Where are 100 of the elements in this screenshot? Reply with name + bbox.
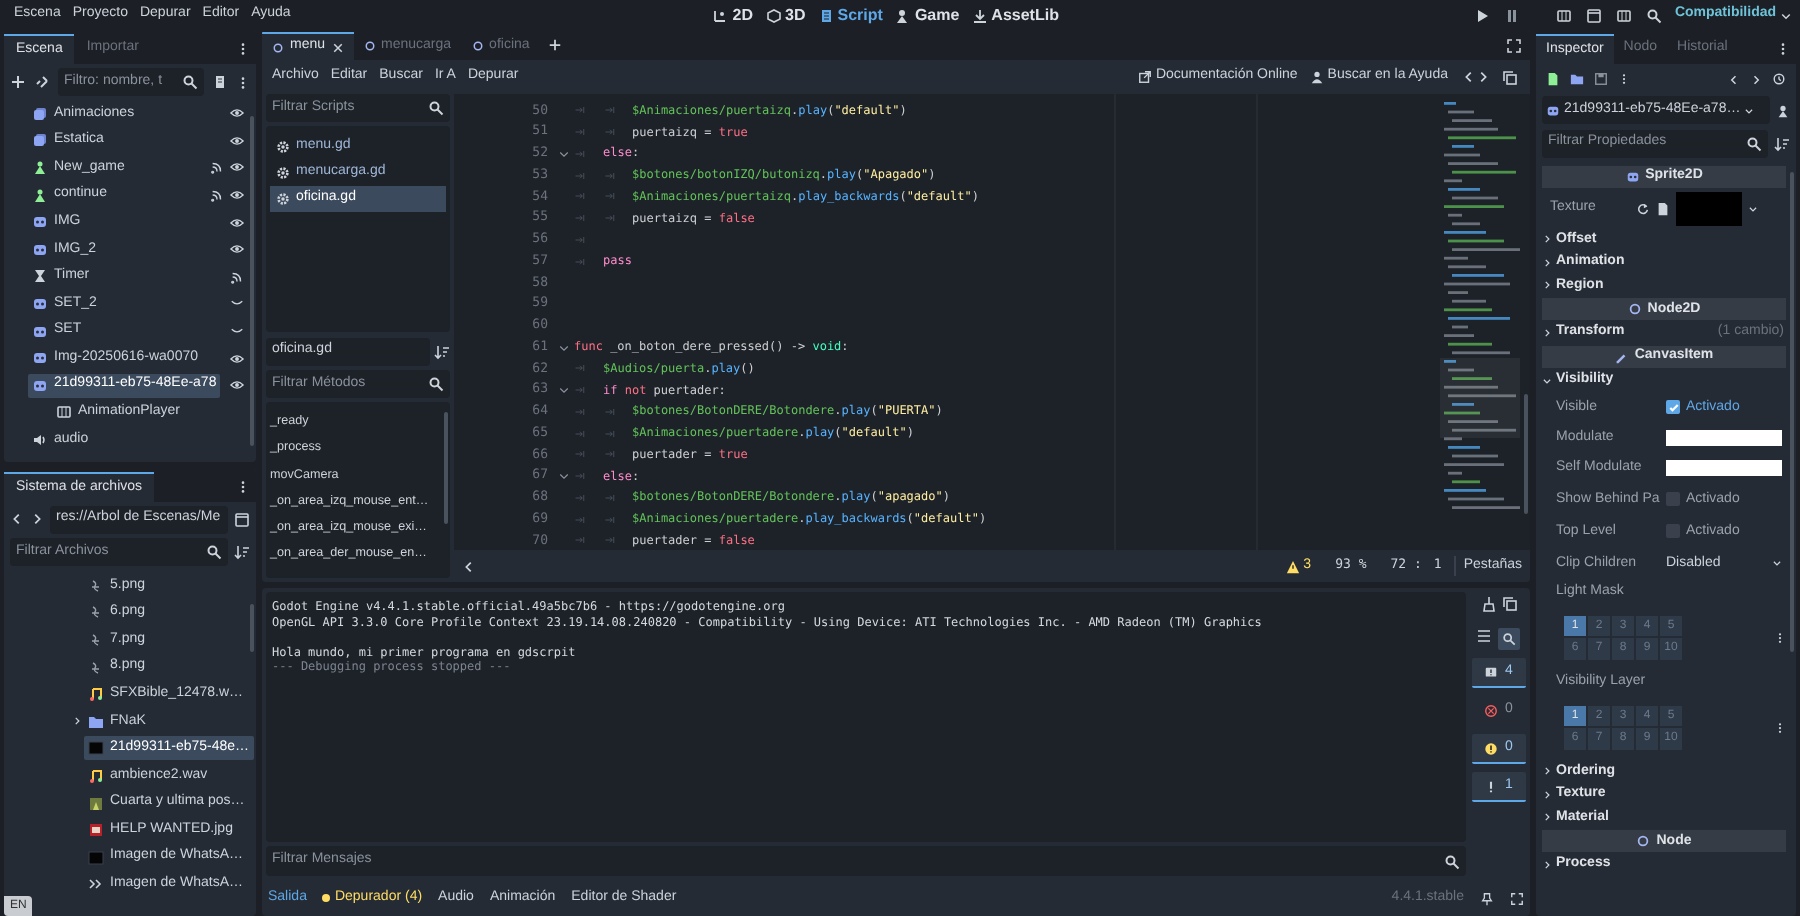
- eye-icon[interactable]: [230, 378, 244, 393]
- more-icon[interactable]: [236, 40, 250, 58]
- tab-marker-icon: [574, 427, 586, 440]
- more-icon[interactable]: [1618, 72, 1630, 86]
- layout-icon[interactable]: [234, 511, 250, 527]
- film-icon[interactable]: [1616, 7, 1633, 23]
- back-icon[interactable]: [10, 512, 24, 526]
- collapse-left-icon[interactable]: [462, 559, 476, 573]
- expand-panel-icon[interactable]: [1510, 891, 1524, 905]
- eye-icon[interactable]: [230, 106, 244, 121]
- more-icon[interactable]: [1776, 40, 1790, 58]
- circle-icon: [1627, 302, 1642, 317]
- window-icon[interactable]: [1586, 7, 1603, 23]
- chevron-right-icon: [1542, 280, 1552, 291]
- workspace-tab[interactable]: 2D: [712, 3, 754, 27]
- fullscreen-icon[interactable]: [1506, 38, 1522, 54]
- broom-icon[interactable]: [1479, 596, 1495, 612]
- circle-icon: [272, 41, 284, 53]
- sprite-icon: [32, 323, 48, 340]
- scrollbar[interactable]: [250, 116, 254, 446]
- photo-thumbnail-icon: [88, 795, 104, 812]
- sort-icon[interactable]: [234, 544, 250, 560]
- more-icon[interactable]: [236, 73, 250, 91]
- chevron-right-icon: [1542, 789, 1552, 800]
- search-icon[interactable]: [1646, 7, 1663, 23]
- sketch-thumbnail-icon: [88, 604, 104, 621]
- panel-toggle-icon[interactable]: [1502, 69, 1518, 85]
- signal-icon[interactable]: [210, 188, 224, 203]
- scrollbar[interactable]: [444, 412, 448, 524]
- save-icon[interactable]: [1594, 72, 1608, 86]
- music-note-icon: [88, 767, 104, 784]
- folder-icon[interactable]: [1570, 72, 1584, 86]
- pin-icon[interactable]: [1480, 891, 1494, 905]
- copy-icon[interactable]: [1501, 596, 1517, 612]
- file-icon[interactable]: [1656, 201, 1670, 215]
- sort-icon[interactable]: [1774, 135, 1790, 151]
- workspace-tab[interactable]: Game: [894, 3, 960, 27]
- sprite-icon: [1625, 169, 1640, 183]
- eye-icon[interactable]: [230, 188, 244, 203]
- back-icon[interactable]: [1728, 73, 1740, 85]
- search-icon: [428, 100, 444, 116]
- add-tab-icon[interactable]: [547, 38, 562, 52]
- tab-marker-icon: [574, 212, 586, 225]
- collapse-icon[interactable]: [1476, 628, 1492, 644]
- back-icon[interactable]: [1462, 70, 1476, 84]
- chevron-right-icon[interactable]: [72, 716, 82, 727]
- more-icon[interactable]: [1774, 719, 1786, 736]
- tab-marker-icon: [574, 513, 586, 526]
- search-icon: [206, 544, 222, 560]
- tab-marker-icon: [603, 126, 615, 139]
- sketch-thumbnail-icon: [88, 631, 104, 648]
- node-tree-icon[interactable]: [1776, 103, 1790, 117]
- signal-icon[interactable]: [230, 269, 244, 284]
- movie-icon[interactable]: [1556, 7, 1573, 23]
- add-icon[interactable]: [10, 74, 26, 90]
- chevron-right-icon: [1542, 257, 1552, 268]
- eye-icon[interactable]: [230, 215, 244, 230]
- tab-marker-icon: [574, 233, 586, 246]
- forward-icon[interactable]: [1476, 70, 1490, 84]
- tab-marker-icon: [574, 405, 586, 418]
- link-icon[interactable]: [34, 74, 50, 90]
- script-icon[interactable]: [212, 74, 228, 90]
- eye-icon[interactable]: [230, 160, 244, 175]
- scrollbar[interactable]: [250, 604, 254, 652]
- pause-icon[interactable]: [1504, 7, 1521, 23]
- search-icon: [182, 74, 198, 90]
- message-icon: [1483, 665, 1498, 679]
- eye-icon[interactable]: [230, 242, 244, 257]
- tab-marker-icon: [574, 190, 586, 203]
- forward-icon[interactable]: [1750, 73, 1762, 85]
- workspace-tab[interactable]: AssetLib: [971, 3, 1059, 27]
- tab-marker-icon: [603, 405, 615, 418]
- reset-icon[interactable]: [1636, 201, 1650, 215]
- close-icon[interactable]: [331, 41, 344, 53]
- history-icon[interactable]: [1772, 72, 1786, 86]
- eye-icon[interactable]: [230, 133, 244, 148]
- color-swatch[interactable]: [1666, 460, 1782, 477]
- warning-icon: [1483, 741, 1498, 755]
- workspace-tab[interactable]: 3D: [765, 3, 806, 27]
- error-icon: [1483, 704, 1498, 718]
- eye-icon[interactable]: [230, 351, 244, 366]
- color-swatch[interactable]: [1666, 430, 1782, 447]
- dark-thumbnail-icon: [88, 849, 104, 866]
- new-resource-icon[interactable]: [1546, 72, 1560, 86]
- more-icon[interactable]: [236, 478, 250, 496]
- tab-marker-icon: [574, 534, 586, 547]
- play-icon[interactable]: [1474, 7, 1491, 23]
- scrollbar[interactable]: [1523, 394, 1527, 514]
- more-icon[interactable]: [1774, 629, 1786, 646]
- sort-icon[interactable]: [434, 343, 450, 359]
- chevron-down-icon[interactable]: [1748, 203, 1758, 213]
- signal-icon[interactable]: [210, 160, 224, 175]
- forward-icon[interactable]: [30, 512, 44, 526]
- workspace-tab[interactable]: Script: [817, 3, 883, 27]
- chevron-right-icon: [1542, 234, 1552, 245]
- tab-marker-icon: [603, 169, 615, 182]
- search-toggle[interactable]: [1498, 628, 1520, 650]
- circle-icon: [363, 40, 376, 52]
- tab-marker-icon: [603, 190, 615, 203]
- scrollbar[interactable]: [1789, 172, 1793, 652]
